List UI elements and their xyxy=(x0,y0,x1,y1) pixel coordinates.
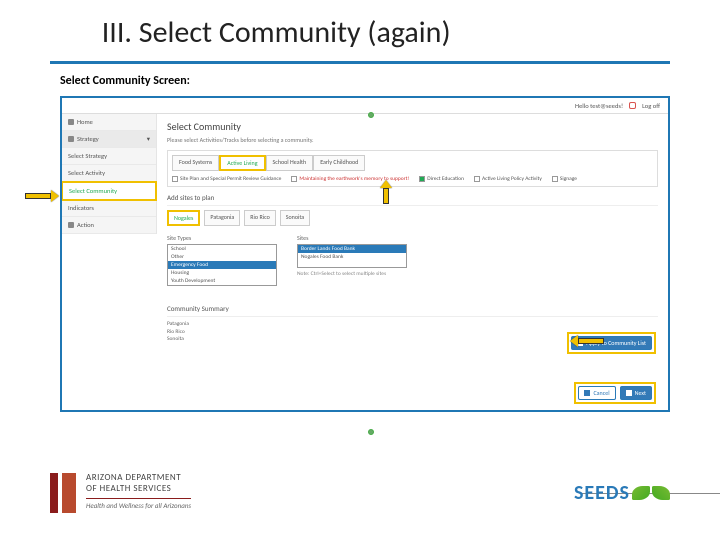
sidebar-item-select-community[interactable]: Select Community xyxy=(61,181,157,201)
city-nogales[interactable]: Nogales xyxy=(167,210,200,226)
anchor-dot xyxy=(368,112,374,118)
adhs-logo: ARIZONA DEPARTMENT OF HEALTH SERVICES He… xyxy=(50,473,191,513)
checkbox[interactable] xyxy=(291,176,297,182)
cancel-button[interactable]: Cancel xyxy=(578,386,615,400)
hello-text: Hello test@seeds! xyxy=(575,102,623,110)
site-types-label: Site Types xyxy=(167,234,277,242)
tracks-panel: Food Systems Active Living School Health… xyxy=(167,150,658,187)
sites-list[interactable]: Border Lands Food Bank Nogales Food Bank xyxy=(297,244,407,268)
arrow-annotation xyxy=(570,335,604,347)
add-sites-heading: Add sites to plan xyxy=(167,193,658,202)
sites-hint: Note: Ctrl+Select to select multiple sit… xyxy=(297,271,407,277)
city-patagonia[interactable]: Patagonia xyxy=(204,210,240,226)
city-sonoita[interactable]: Sonoita xyxy=(280,210,310,226)
leaf-icon xyxy=(632,486,650,500)
app-screenshot: Hello test@seeds! Log off Home Strategy▾… xyxy=(60,96,670,412)
seeds-logo: SEEDS xyxy=(574,481,670,505)
home-icon xyxy=(68,119,74,125)
checkbox[interactable] xyxy=(172,176,178,182)
tab-active-living[interactable]: Active Living xyxy=(219,155,265,171)
sidebar-item-indicators[interactable]: Indicators xyxy=(62,200,156,217)
subtitle: Select Community Screen: xyxy=(0,64,720,90)
logoff-link[interactable]: Log off xyxy=(642,102,660,110)
tab-food[interactable]: Food Systems xyxy=(172,155,219,171)
summary-heading: Community Summary xyxy=(167,304,658,313)
main-instruction: Please select Activities/Tracks before s… xyxy=(167,136,658,144)
arrow-annotation xyxy=(380,180,392,204)
sidebar-item-action[interactable]: Action xyxy=(62,217,156,234)
sidebar: Home Strategy▾ Select Strategy Select Ac… xyxy=(62,114,157,234)
checkbox[interactable] xyxy=(552,176,558,182)
site-types-list[interactable]: School Other Emergency Food Housing Yout… xyxy=(167,244,277,286)
page-title: III. Select Community (again) xyxy=(90,14,670,51)
logoff-icon[interactable] xyxy=(629,102,636,109)
tab-school[interactable]: School Health xyxy=(266,155,314,171)
arrow-annotation xyxy=(25,190,59,202)
gear-icon xyxy=(68,222,74,228)
checkbox[interactable] xyxy=(419,176,425,182)
main-heading: Select Community xyxy=(167,120,658,133)
sidebar-item-home[interactable]: Home xyxy=(62,114,156,131)
list-icon xyxy=(68,136,74,142)
sites-label: Sites xyxy=(297,234,407,242)
anchor-dot xyxy=(368,429,374,435)
sidebar-item-select-strategy[interactable]: Select Strategy xyxy=(62,148,156,165)
tab-early[interactable]: Early Childhood xyxy=(313,155,365,171)
leaf-icon xyxy=(652,486,670,500)
refresh-icon xyxy=(626,390,632,396)
city-riorico[interactable]: Rio Rico xyxy=(244,210,275,226)
sidebar-item-strategy[interactable]: Strategy▾ xyxy=(62,131,156,148)
checkbox[interactable] xyxy=(474,176,480,182)
x-icon xyxy=(584,390,590,396)
next-button[interactable]: Next xyxy=(620,386,652,400)
sidebar-item-select-activity[interactable]: Select Activity xyxy=(62,165,156,182)
